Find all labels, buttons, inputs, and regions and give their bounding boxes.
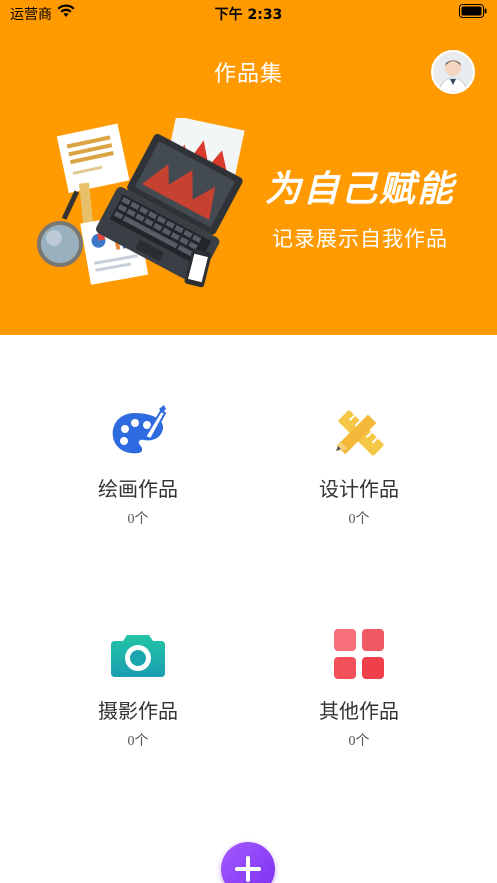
laptop-desk-illustration <box>30 116 245 302</box>
page-title: 作品集 <box>213 62 283 87</box>
banner-slogan: 为自己赋能 <box>265 169 456 210</box>
header-banner: 运营商 下午 2:33 作品集 为自己赋能 记录展示自我作品 <box>0 0 497 335</box>
category-count: 0个 <box>127 512 149 527</box>
battery-icon <box>459 4 487 22</box>
category-card-photography[interactable]: 摄影作品 0个 <box>38 625 238 750</box>
status-bar: 运营商 下午 2:33 <box>0 0 497 26</box>
category-count: 0个 <box>348 512 370 527</box>
category-label: 摄影作品 <box>98 699 178 723</box>
user-avatar-icon[interactable] <box>431 50 475 94</box>
category-count: 0个 <box>127 734 149 749</box>
ruler-pencil-icon <box>330 403 388 461</box>
category-card-design[interactable]: 设计作品 0个 <box>259 403 459 528</box>
category-label: 其他作品 <box>319 699 399 723</box>
category-card-other[interactable]: 其他作品 0个 <box>259 625 459 750</box>
grid-icon <box>330 625 388 683</box>
clock: 下午 2:33 <box>214 7 283 23</box>
category-label: 设计作品 <box>319 477 399 501</box>
palette-icon <box>109 403 167 461</box>
camera-icon <box>109 625 167 683</box>
category-count: 0个 <box>348 734 370 749</box>
add-work-button[interactable] <box>221 842 275 883</box>
category-card-painting[interactable]: 绘画作品 0个 <box>38 403 238 528</box>
category-label: 绘画作品 <box>98 477 178 501</box>
banner-subtitle: 记录展示自我作品 <box>272 227 448 251</box>
